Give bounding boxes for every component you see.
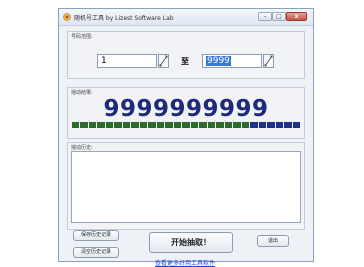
spin-arrows-icon: [264, 55, 273, 67]
range-panel: 号码范围: 1 至 9999: [67, 31, 305, 79]
record-panel: 摇动历史:: [67, 142, 305, 230]
app-window: 随机号工具 by Lizest Software Lab – □ x 号码范围:…: [58, 8, 314, 267]
app-icon: [63, 13, 71, 21]
progress-segment: [148, 122, 156, 128]
more-tools-link[interactable]: 查看更多好用工具软件: [155, 258, 215, 267]
record-label: 摇动历史:: [71, 145, 93, 151]
progress-segment: [292, 122, 301, 128]
range-to-label: 至: [181, 57, 189, 66]
range-from-input[interactable]: 1: [97, 54, 157, 68]
progress-segment: [284, 122, 292, 128]
progress-segment: [241, 122, 250, 128]
progress-segment: [80, 122, 88, 128]
result-number: 9999999999: [103, 96, 269, 122]
save-records-button[interactable]: 保存历史记录: [73, 230, 119, 241]
spin-arrows-icon: [159, 55, 168, 67]
progress-segment: [250, 122, 258, 128]
progress-segment: [88, 122, 97, 128]
progress-segment: [122, 122, 131, 128]
progress-segment: [267, 122, 275, 128]
result-panel: 摇动结果: 9999999999: [67, 87, 305, 139]
progress-segment: [131, 122, 139, 128]
maximize-button[interactable]: □: [272, 12, 286, 21]
record-history-textarea[interactable]: [71, 151, 301, 223]
progress-segment: [190, 122, 199, 128]
range-from-value: 1: [101, 56, 107, 66]
clear-records-button[interactable]: 清空历史记录: [73, 247, 119, 258]
minimize-icon: –: [263, 13, 267, 20]
range-from-spinner[interactable]: [158, 54, 169, 68]
range-to-spinner[interactable]: [263, 54, 274, 68]
range-label: 号码范围:: [71, 34, 93, 40]
exit-button[interactable]: 退出: [257, 235, 289, 247]
progress-segment: [97, 122, 105, 128]
progress-segment: [216, 122, 224, 128]
maximize-icon: □: [276, 13, 282, 20]
progress-segment: [199, 122, 207, 128]
result-progress-bar: [72, 122, 301, 128]
progress-segment: [105, 122, 114, 128]
close-button[interactable]: x: [286, 12, 307, 21]
close-icon: x: [294, 13, 299, 20]
progress-segment: [275, 122, 284, 128]
result-label: 摇动结果:: [71, 90, 93, 96]
range-to-input[interactable]: 9999: [202, 54, 262, 68]
start-draw-button[interactable]: 开始抽取！: [149, 232, 233, 253]
progress-segment: [173, 122, 182, 128]
progress-segment: [224, 122, 233, 128]
progress-segment: [165, 122, 173, 128]
title-bar[interactable]: 随机号工具 by Lizest Software Lab – □ x: [59, 9, 313, 26]
minimize-button[interactable]: –: [258, 12, 272, 21]
progress-segment: [207, 122, 216, 128]
progress-segment: [156, 122, 165, 128]
progress-segment: [72, 122, 80, 128]
progress-segment: [258, 122, 267, 128]
progress-segment: [114, 122, 122, 128]
range-to-value: 9999: [206, 56, 231, 66]
progress-segment: [182, 122, 190, 128]
progress-segment: [139, 122, 148, 128]
progress-segment: [233, 122, 241, 128]
window-title: 随机号工具 by Lizest Software Lab: [74, 15, 174, 22]
